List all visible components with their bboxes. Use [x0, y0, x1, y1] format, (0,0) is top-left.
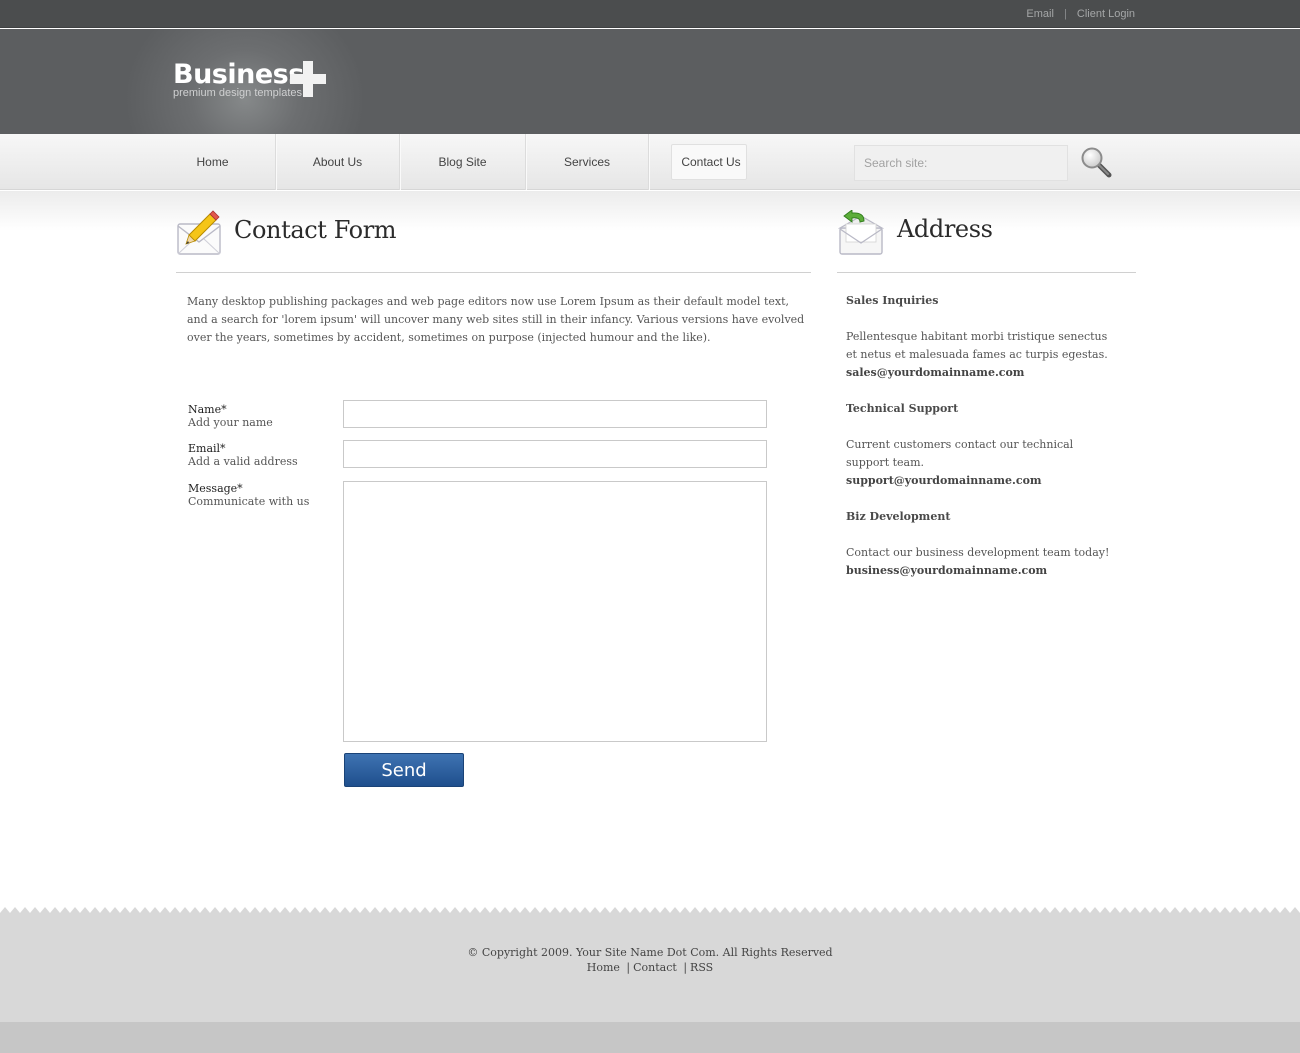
nav-item-contact-us[interactable]: Contact Us	[649, 134, 769, 190]
nav-item-about-us[interactable]: About Us	[276, 134, 400, 190]
footer-copyright: © Copyright 2009. Your Site Name Dot Com…	[467, 946, 833, 959]
message-field[interactable]	[343, 481, 767, 742]
footer-link-contact[interactable]: Contact	[633, 961, 677, 974]
footer-link-home[interactable]: Home	[587, 961, 620, 974]
nav-item-label: Home	[196, 155, 229, 169]
reply-envelope-icon	[837, 209, 885, 256]
footer-links-separator: |	[683, 961, 688, 974]
contact-form-header: Contact Form	[176, 193, 811, 273]
contact-form-title: Contact Form	[234, 216, 397, 244]
message-label: Message* Communicate with us	[188, 482, 309, 508]
nav-item-label: Services	[563, 155, 610, 169]
nav-item-services[interactable]: Services	[526, 134, 649, 190]
message-label-title: Message*	[188, 482, 243, 495]
footer-bottom-bar	[0, 1022, 1300, 1053]
pencil-envelope-icon	[176, 210, 222, 256]
nav-item-label: Contact Us	[671, 144, 747, 180]
address-block-text: Pellentesque habitant morbi tristique se…	[846, 330, 1108, 361]
address-list: Sales Inquiries Pellentesque habitant mo…	[846, 292, 1116, 598]
business-email-link[interactable]: business@yourdomainname.com	[846, 562, 1116, 580]
nav-item-blog-site[interactable]: Blog Site	[400, 134, 526, 190]
address-block-title: Sales Inquiries	[846, 294, 939, 307]
name-field[interactable]	[343, 400, 767, 428]
address-header: Address	[837, 193, 1136, 273]
sales-email-link[interactable]: sales@yourdomainname.com	[846, 364, 1116, 382]
nav-item-label: About Us	[312, 155, 363, 169]
logo[interactable]: Business premium design templates	[173, 59, 333, 104]
email-label: Email* Add a valid address	[188, 442, 298, 468]
email-link[interactable]: Email	[1026, 8, 1054, 20]
site-header: Business premium design templates	[0, 29, 1300, 134]
address-title: Address	[897, 215, 993, 243]
address-block-text: Current customers contact our technical …	[846, 438, 1074, 469]
search-icon[interactable]	[1079, 145, 1113, 179]
address-block-title: Biz Development	[846, 510, 951, 523]
address-block-support: Technical Support Current customers cont…	[846, 400, 1116, 490]
footer-link-rss[interactable]: RSS	[690, 961, 713, 974]
footer-links-separator: |	[626, 961, 631, 974]
logo-tagline: premium design templates	[173, 87, 303, 99]
email-label-hint: Add a valid address	[188, 455, 298, 468]
name-label-hint: Add your name	[188, 416, 273, 429]
send-button[interactable]: Send	[344, 753, 464, 787]
email-label-title: Email*	[188, 442, 226, 455]
address-block-title: Technical Support	[846, 402, 959, 415]
logo-brand: Business	[173, 59, 304, 90]
message-label-hint: Communicate with us	[188, 495, 310, 508]
address-block-business: Biz Development Contact our business dev…	[846, 508, 1116, 580]
nav-item-home[interactable]: Home	[150, 134, 276, 190]
address-block-sales: Sales Inquiries Pellentesque habitant mo…	[846, 292, 1116, 382]
nav-item-label: Blog Site	[438, 155, 487, 169]
main-nav: Home About Us Blog Site Services Contact…	[150, 134, 769, 190]
client-login-link[interactable]: Client Login	[1077, 8, 1135, 20]
name-label-title: Name*	[188, 403, 227, 416]
top-links: Email | Client Login	[1026, 8, 1135, 20]
name-label: Name* Add your name	[188, 403, 273, 429]
site-footer: © Copyright 2009. Your Site Name Dot Com…	[0, 918, 1300, 1022]
top-links-separator: |	[1063, 8, 1067, 20]
address-block-text: Contact our business development team to…	[846, 546, 1110, 559]
footer-links: Home | Contact | RSS	[0, 961, 1300, 974]
email-field[interactable]	[343, 440, 767, 468]
contact-intro-text: Many desktop publishing packages and web…	[187, 295, 805, 344]
search-input[interactable]	[854, 145, 1068, 181]
support-email-link[interactable]: support@yourdomainname.com	[846, 472, 1116, 490]
top-utility-bar: Email | Client Login	[0, 0, 1300, 28]
